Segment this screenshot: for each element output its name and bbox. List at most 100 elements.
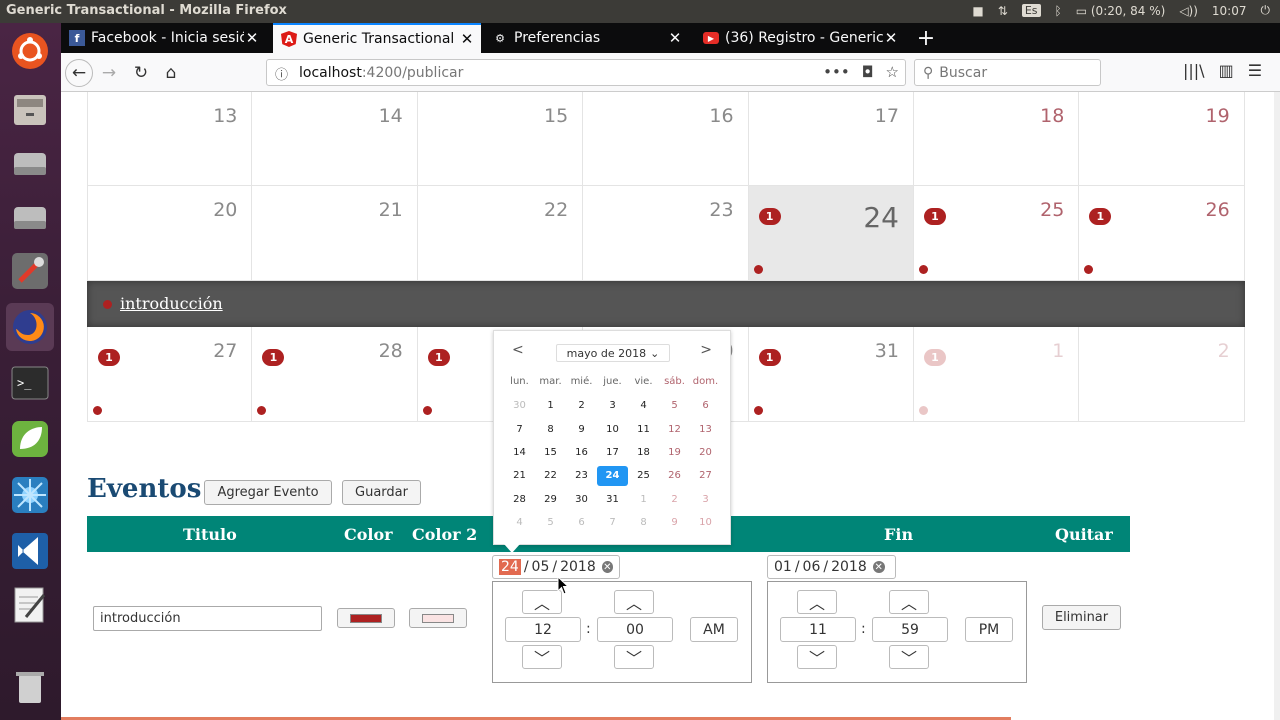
forward-button[interactable]: → (95, 59, 123, 87)
end-day[interactable]: 01 (774, 559, 792, 575)
increment-hour-button[interactable]: ︿ (797, 590, 837, 614)
url-bar[interactable]: ⓘ localhost:4200/publicar ••• ◘ ☆ (266, 59, 906, 86)
calendar-day-cell[interactable]: 18 (913, 92, 1080, 186)
start-day[interactable]: 24 (499, 559, 521, 575)
decrement-hour-button[interactable]: ﹀ (522, 645, 562, 669)
tab-preferencias[interactable]: ⚙ Preferencias ✕ (484, 23, 689, 53)
secondary-color-picker[interactable] (409, 608, 467, 628)
datepicker-day[interactable]: 20 (690, 447, 721, 458)
datepicker-day[interactable]: 2 (659, 494, 690, 505)
close-icon[interactable]: ✕ (883, 29, 899, 47)
calendar-day-cell[interactable]: 19 (1079, 92, 1245, 186)
terminal-icon[interactable]: >_ (6, 359, 54, 407)
power-icon[interactable]: ⏻ (1261, 3, 1271, 18)
bluetooth-icon[interactable]: ᛒ (1055, 4, 1062, 18)
datepicker-day[interactable]: 29 (535, 494, 566, 505)
datepicker-day[interactable]: 27 (690, 470, 721, 481)
datepicker-day[interactable]: 5 (659, 400, 690, 411)
datepicker-day[interactable]: 19 (659, 447, 690, 458)
home-button[interactable]: ⌂ (157, 59, 185, 87)
calendar-day-cell[interactable]: 27 1 (87, 327, 253, 422)
spring-tool-icon[interactable] (6, 415, 54, 463)
clear-icon[interactable]: ✕ (601, 561, 613, 573)
sunburst-app-icon[interactable] (6, 471, 54, 519)
search-input[interactable]: ⚲ Buscar (914, 59, 1101, 86)
decrement-hour-button[interactable]: ﹀ (797, 645, 837, 669)
disk-drive-icon[interactable] (6, 139, 54, 187)
reload-button[interactable]: ↻ (127, 59, 155, 87)
network-icon[interactable]: ⇅ (998, 4, 1008, 18)
end-minute-input[interactable]: 59 (872, 617, 948, 642)
datepicker-day[interactable]: 4 (504, 517, 535, 528)
back-button[interactable]: ← (65, 59, 93, 87)
end-year[interactable]: 2018 (831, 559, 867, 575)
datepicker-day[interactable]: 15 (535, 447, 566, 458)
increment-minute-button[interactable]: ︿ (614, 590, 654, 614)
primary-color-picker[interactable] (337, 608, 395, 628)
datepicker-day[interactable]: 7 (597, 517, 628, 528)
tab-generic-transactional[interactable]: A Generic Transactional ✕ (273, 23, 481, 53)
calendar-day-cell[interactable]: 11 (913, 327, 1080, 422)
vscode-icon[interactable] (6, 527, 54, 575)
text-editor-icon[interactable] (6, 581, 54, 629)
close-icon[interactable]: ✕ (667, 29, 683, 47)
file-cabinet-icon[interactable] (6, 85, 54, 133)
calendar-day-cell[interactable]: 22 (417, 186, 584, 281)
close-icon[interactable]: ✕ (459, 30, 475, 48)
datepicker-day[interactable]: 17 (597, 447, 628, 458)
system-settings-icon[interactable] (6, 247, 54, 295)
month-year-select[interactable]: mayo de 2018 ⌄ (556, 344, 670, 362)
add-event-button[interactable]: Agregar Evento (204, 480, 332, 505)
delete-event-button[interactable]: Eliminar (1042, 605, 1121, 630)
datepicker-day[interactable]: 28 (504, 494, 535, 505)
datepicker-day[interactable]: 12 (659, 424, 690, 435)
datepicker-day[interactable]: 26 (659, 470, 690, 481)
datepicker-day[interactable]: 23 (566, 470, 597, 481)
clock[interactable]: 10:07 (1212, 4, 1247, 18)
site-info-icon[interactable]: ⓘ (275, 64, 288, 83)
datepicker-day[interactable]: 1 (628, 494, 659, 505)
datepicker-day[interactable]: 14 (504, 447, 535, 458)
increment-hour-button[interactable]: ︿ (522, 590, 562, 614)
tab-youtube[interactable]: ▶ (36) Registro - Generic Sys ✕ (695, 23, 905, 53)
save-button[interactable]: Guardar (342, 480, 421, 505)
disk-drive-icon[interactable] (6, 193, 54, 241)
trash-icon[interactable] (6, 663, 54, 711)
datepicker-day[interactable]: 5 (535, 517, 566, 528)
firefox-icon[interactable] (6, 303, 54, 351)
decrement-minute-button[interactable]: ﹀ (614, 645, 654, 669)
library-icon[interactable]: |||\ (1183, 61, 1205, 80)
datepicker-day[interactable]: 3 (690, 494, 721, 505)
datepicker-day[interactable]: 30 (504, 400, 535, 411)
datepicker-day[interactable]: 30 (566, 494, 597, 505)
ubuntu-dash-icon[interactable] (6, 27, 54, 75)
calendar-day-cell[interactable]: 26 1 (1079, 186, 1245, 281)
calendar-day-cell[interactable]: 23 (583, 186, 749, 281)
calendar-day-cell[interactable]: 31 1 (748, 327, 914, 422)
camera-icon[interactable]: ■ (972, 4, 983, 18)
datepicker-day[interactable]: 10 (690, 517, 721, 528)
next-month-icon[interactable]: > (700, 342, 712, 358)
calendar-day-cell[interactable]: 24 1 (748, 186, 914, 281)
close-icon[interactable]: ✕ (244, 29, 260, 47)
datepicker-day[interactable]: 10 (597, 424, 628, 435)
datepicker-day[interactable]: 18 (628, 447, 659, 458)
decrement-minute-button[interactable]: ﹀ (889, 645, 929, 669)
increment-minute-button[interactable]: ︿ (889, 590, 929, 614)
sidebar-icon[interactable]: ▥ (1219, 61, 1234, 80)
event-title-input[interactable]: introducción (93, 606, 322, 631)
open-day-event-link[interactable]: introducción (120, 294, 223, 313)
page-scrollbar[interactable] (1274, 92, 1280, 720)
datepicker-day[interactable]: 6 (690, 400, 721, 411)
end-meridian-toggle[interactable]: PM (965, 617, 1013, 642)
datepicker-day[interactable]: 24 (597, 465, 628, 486)
start-date-field[interactable]: 24/ 05/ 2018 ✕ (492, 555, 620, 579)
start-minute-input[interactable]: 00 (597, 617, 673, 642)
datepicker-day[interactable]: 4 (628, 400, 659, 411)
pocket-icon[interactable]: ◘ (862, 63, 874, 81)
calendar-day-cell[interactable]: 17 (748, 92, 914, 186)
start-hour-input[interactable]: 12 (505, 617, 581, 642)
datepicker-day[interactable]: 31 (597, 494, 628, 505)
datepicker-day[interactable]: 22 (535, 470, 566, 481)
start-year[interactable]: 2018 (560, 559, 596, 575)
